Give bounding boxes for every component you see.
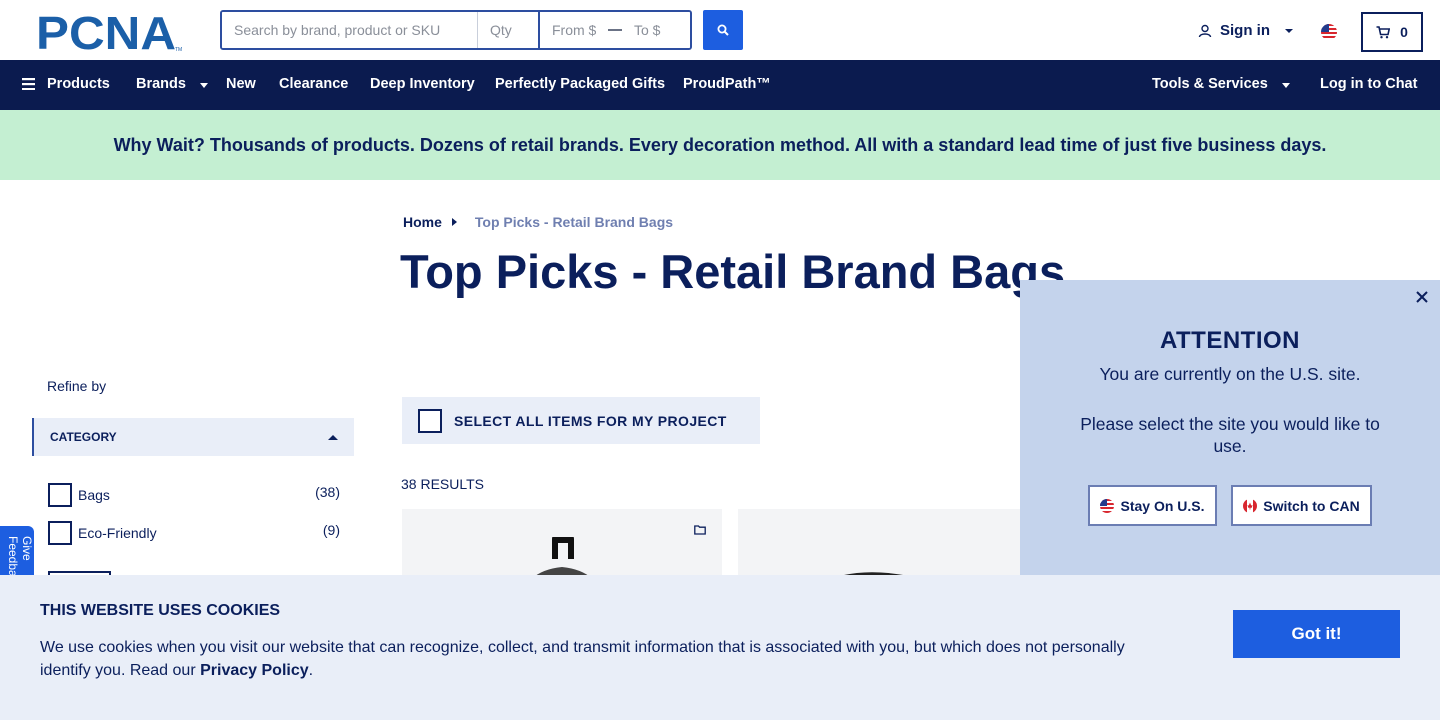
chevron-down-icon (1281, 82, 1290, 88)
us-flag-icon (1100, 498, 1115, 513)
switch-to-can-button[interactable]: Switch to CAN (1231, 485, 1372, 526)
menu-icon (22, 78, 35, 90)
facet-label: Eco-Friendly (78, 525, 157, 541)
chevron-down-icon (1285, 28, 1293, 33)
nav-brands[interactable]: Brands (136, 76, 208, 92)
pcna-logo[interactable]: PCNA TM (36, 12, 184, 52)
category-filter-header[interactable]: CATEGORY (32, 418, 354, 456)
breadcrumb-separator-icon (451, 218, 457, 226)
promo-banner: Why Wait? Thousands of products. Dozens … (0, 110, 1440, 180)
facet-eco-friendly[interactable]: Eco-Friendly (9) (48, 521, 340, 545)
nav-brands-label: Brands (136, 76, 186, 92)
modal-current-site-text: You are currently on the U.S. site. (1099, 364, 1361, 384)
chevron-down-icon (199, 82, 208, 88)
breadcrumb-home[interactable]: Home (403, 214, 442, 230)
stay-on-us-label: Stay On U.S. (1120, 497, 1205, 514)
select-all-label: SELECT ALL ITEMS FOR MY PROJECT (454, 412, 727, 429)
cart-button[interactable]: 0 (1361, 12, 1423, 52)
nav-tools-services[interactable]: Tools & Services (1152, 76, 1290, 92)
nav-clearance-label: Clearance (279, 76, 349, 92)
cookie-title: THIS WEBSITE USES COOKIES (40, 602, 281, 619)
nav-products[interactable]: Products (22, 76, 110, 92)
stay-on-us-button[interactable]: Stay On U.S. (1088, 485, 1217, 526)
facet-checkbox[interactable] (48, 483, 72, 507)
cart-count: 0 (1400, 24, 1408, 40)
promo-banner-text: Why Wait? Thousands of products. Dozens … (113, 134, 1327, 155)
cookie-banner: THIS WEBSITE USES COOKIES We use cookies… (0, 575, 1440, 720)
nav-gifts-label: Perfectly Packaged Gifts (495, 76, 666, 92)
user-icon (1198, 24, 1212, 37)
refine-by-label: Refine by (47, 378, 107, 394)
select-all-items[interactable]: SELECT ALL ITEMS FOR MY PROJECT (402, 397, 760, 444)
breadcrumb-current: Top Picks - Retail Brand Bags (474, 214, 674, 230)
search-input[interactable] (222, 12, 478, 48)
nav-deep-inventory-label: Deep Inventory (370, 76, 475, 92)
nav-gifts[interactable]: Perfectly Packaged Gifts (495, 76, 665, 92)
accept-cookies-button[interactable]: Got it! (1233, 610, 1400, 658)
svg-text:TM: TM (175, 47, 182, 52)
select-all-checkbox[interactable] (418, 408, 442, 433)
nav-new[interactable]: New (226, 76, 256, 92)
category-filter-label: CATEGORY (50, 430, 117, 444)
facet-count: (38) (315, 484, 340, 500)
cookie-text: We use cookies when you visit our websit… (40, 636, 1160, 682)
canada-flag-icon (1243, 498, 1258, 513)
breadcrumb: Home Top Picks - Retail Brand Bags (403, 214, 673, 230)
nav-deep-inventory[interactable]: Deep Inventory (370, 76, 475, 92)
modal-title: ATTENTION (1159, 327, 1301, 354)
site-header: PCNA TM Sign in (0, 0, 1440, 60)
switch-to-can-label: Switch to CAN (1263, 497, 1360, 514)
price-from-input[interactable] (540, 12, 608, 48)
sign-in-label: Sign in (1220, 22, 1270, 39)
close-icon[interactable] (1414, 289, 1430, 305)
sign-in-button[interactable]: Sign in (1198, 22, 1294, 39)
price-to-input[interactable] (622, 12, 690, 48)
add-to-project-icon[interactable] (694, 525, 706, 535)
results-count: 38 RESULTS (401, 476, 484, 492)
facet-checkbox[interactable] (48, 521, 72, 545)
privacy-policy-link[interactable]: Privacy Policy (200, 662, 309, 679)
price-range-dash (608, 29, 622, 31)
search-icon (717, 24, 729, 36)
nav-chat-label: Log in to Chat (1320, 76, 1418, 92)
search-button[interactable] (703, 10, 743, 50)
page-title: Top Picks - Retail Brand Bags (400, 245, 1066, 298)
nav-tools-label: Tools & Services (1152, 76, 1268, 92)
facet-count: (9) (322, 522, 340, 538)
nav-clearance[interactable]: Clearance (279, 76, 348, 92)
nav-proudpath[interactable]: ProudPath™ (683, 76, 771, 92)
cart-icon (1376, 25, 1391, 38)
chevron-up-icon (328, 434, 338, 440)
main-nav: Products Brands New Clearance Deep Inven… (0, 60, 1440, 110)
qty-input[interactable] (478, 12, 540, 48)
nav-products-label: Products (47, 76, 110, 92)
search-bar (220, 10, 692, 50)
nav-chat-login[interactable]: Log in to Chat (1320, 76, 1417, 92)
facet-label: Bags (78, 487, 110, 503)
us-flag-icon[interactable] (1321, 24, 1337, 40)
nav-proudpath-label: ProudPath™ (683, 76, 771, 92)
nav-new-label: New (226, 76, 256, 92)
site-selection-modal: ATTENTION You are currently on the U.S. … (1020, 280, 1440, 590)
modal-select-site-text: Please select the site you would like to… (1080, 414, 1380, 456)
svg-text:PCNA: PCNA (36, 12, 176, 52)
cookie-period: . (308, 662, 314, 679)
facet-bags[interactable]: Bags (38) (48, 483, 340, 507)
